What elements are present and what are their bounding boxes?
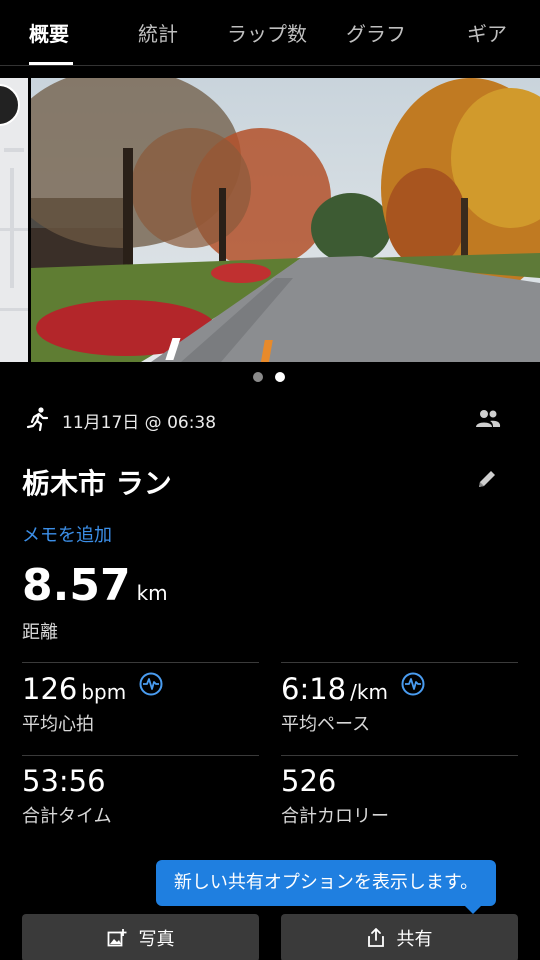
share-options-tooltip[interactable]: 新しい共有オプションを表示します。 [156, 860, 496, 906]
share-button[interactable]: 共有 [281, 914, 518, 960]
avg-heart-rate-number: 126 [22, 672, 78, 706]
divider [22, 662, 259, 663]
photo-carousel[interactable] [0, 78, 540, 362]
divider [281, 662, 518, 663]
avg-pace-unit: /km [350, 680, 388, 704]
map-marker-icon [0, 84, 20, 126]
avg-pace-value: 6:18/km [281, 672, 425, 706]
tab-bar: 概要 統計 ラップ数 グラフ ギア [0, 0, 540, 66]
total-calories-number: 526 [281, 764, 337, 798]
avg-heart-rate-value: 126 bpm [22, 672, 163, 706]
add-memo-link[interactable]: メモを追加 [22, 521, 112, 547]
add-photo-icon [107, 929, 126, 947]
avg-pace-number: 6:18 [281, 672, 347, 706]
tab-laps[interactable]: ラップ数 [227, 18, 307, 47]
distance-value: 8.57 km [22, 560, 168, 611]
share-label: 共有 [396, 929, 433, 950]
group-icon[interactable] [475, 408, 501, 430]
activity-photo[interactable] [31, 78, 540, 362]
page-dot-2 [275, 372, 285, 382]
page-dot-1 [253, 372, 263, 382]
active-tab-indicator [29, 62, 73, 65]
divider [281, 755, 518, 756]
tab-overview[interactable]: 概要 [29, 18, 69, 47]
avg-pace-label: 平均ペース [281, 714, 371, 735]
distance-number: 8.57 [22, 560, 131, 611]
distance-label: 距離 [22, 622, 58, 643]
share-icon [367, 928, 384, 947]
divider [22, 755, 259, 756]
heart-rate-sensor-icon [139, 672, 163, 696]
tab-gear[interactable]: ギア [467, 18, 507, 47]
running-icon [26, 407, 49, 432]
total-calories-label: 合計カロリー [281, 806, 389, 827]
avg-heart-rate-label: 平均心拍 [22, 714, 94, 735]
heart-rate-sensor-icon [401, 672, 425, 696]
route-map-thumbnail[interactable] [0, 78, 28, 362]
add-photo-button[interactable]: 写真 [22, 914, 259, 960]
add-photo-label: 写真 [138, 929, 175, 950]
edit-pencil-icon[interactable] [476, 468, 498, 490]
avg-heart-rate-unit: bpm [81, 680, 127, 704]
total-time-value: 53:56 [22, 764, 106, 798]
total-time-number: 53:56 [22, 764, 106, 798]
tooltip-arrow [464, 905, 482, 914]
activity-title: 栃木市 ラン [22, 467, 172, 500]
tab-stats[interactable]: 統計 [138, 18, 178, 47]
total-calories-value: 526 [281, 764, 336, 798]
total-time-label: 合計タイム [22, 806, 112, 827]
activity-date: 11月17日 @ 06:38 [62, 413, 217, 433]
tab-graph[interactable]: グラフ [346, 18, 406, 47]
distance-unit: km [136, 581, 168, 605]
